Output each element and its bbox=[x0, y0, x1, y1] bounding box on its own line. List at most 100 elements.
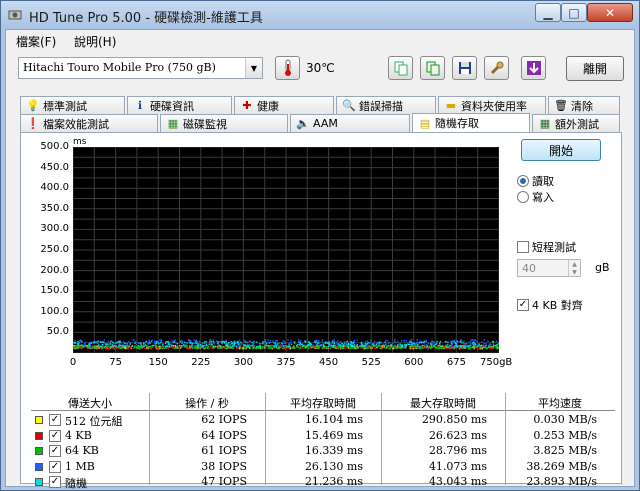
access-time-chart: ms 500.0 450.0 400.0 350.0 300.0 250.0 200.0 15… bbox=[33, 137, 512, 368]
data-point bbox=[468, 345, 470, 348]
row-checkbox[interactable]: ✓ bbox=[49, 414, 61, 426]
data-point bbox=[90, 342, 93, 344]
data-point bbox=[184, 346, 186, 348]
write-radio[interactable]: 寫入 bbox=[517, 189, 554, 205]
tab-disk-monitor[interactable]: ▦ 磁碟監視 bbox=[160, 114, 288, 132]
row-checkbox[interactable]: ✓ bbox=[49, 476, 61, 488]
data-point bbox=[483, 339, 485, 341]
data-point bbox=[101, 341, 104, 343]
title-bar[interactable]: HD Tune Pro 5.00 - 硬碟檢測-維護工具 ▁ □ ✕ bbox=[1, 1, 639, 29]
copy-info-button[interactable] bbox=[388, 56, 413, 80]
temperature-button[interactable] bbox=[275, 56, 300, 80]
drive-select[interactable]: Hitachi Touro Mobile Pro (750 gB) ▼ bbox=[18, 57, 263, 79]
menu-help[interactable]: 說明(H) bbox=[74, 33, 116, 50]
data-point bbox=[75, 342, 77, 344]
data-point bbox=[415, 345, 417, 348]
data-point bbox=[306, 346, 309, 349]
y-tick-label: 400.0 bbox=[40, 182, 69, 194]
column-header[interactable]: 傳送大小 bbox=[31, 393, 149, 411]
data-point bbox=[101, 343, 104, 346]
spin-down-icon[interactable]: ▼ bbox=[568, 268, 580, 276]
cell-ops: 61 IOPS bbox=[201, 444, 247, 457]
data-point bbox=[123, 342, 126, 345]
row-checkbox[interactable]: ✓ bbox=[49, 429, 61, 442]
data-point bbox=[161, 339, 163, 342]
data-point bbox=[480, 341, 483, 343]
data-point bbox=[488, 346, 490, 348]
options-button[interactable] bbox=[484, 56, 509, 80]
data-point bbox=[282, 347, 284, 350]
series-color-swatch bbox=[35, 478, 43, 486]
data-point bbox=[164, 345, 167, 348]
column-header[interactable]: 平均存取時間 bbox=[265, 393, 381, 411]
chevron-down-icon[interactable]: ▼ bbox=[245, 58, 262, 78]
row-checkbox[interactable]: ✓ bbox=[49, 445, 61, 457]
tab-erase[interactable]: 🗑 清除 bbox=[548, 96, 620, 114]
tab-folder-usage[interactable]: ▬ 資料夾使用率 bbox=[438, 96, 546, 114]
download-button[interactable] bbox=[521, 56, 546, 80]
data-point bbox=[188, 347, 190, 350]
column-header[interactable]: 最大存取時間 bbox=[381, 393, 505, 411]
maximize-button[interactable]: □ bbox=[561, 3, 587, 22]
tab-file-benchmark[interactable]: ❗ 檔案效能測試 bbox=[20, 114, 158, 132]
data-point bbox=[317, 346, 319, 349]
read-radio[interactable]: 讀取 bbox=[517, 173, 554, 189]
spin-up-icon[interactable]: ▲ bbox=[568, 260, 580, 268]
data-point bbox=[470, 344, 472, 346]
data-point bbox=[321, 339, 324, 341]
short-test-checkbox[interactable]: 短程測試 bbox=[517, 239, 576, 255]
data-point bbox=[140, 345, 142, 347]
close-button[interactable]: ✕ bbox=[587, 3, 633, 22]
data-point bbox=[349, 343, 352, 346]
data-point bbox=[78, 340, 81, 342]
tab-label: 隨機存取 bbox=[435, 117, 479, 130]
data-point bbox=[81, 346, 83, 348]
align-4kb-checkbox[interactable]: ✓ 4 KB 對齊 bbox=[517, 297, 583, 313]
data-point bbox=[410, 341, 413, 343]
data-point bbox=[461, 342, 463, 344]
data-point bbox=[469, 342, 472, 344]
data-point bbox=[131, 345, 133, 348]
data-point bbox=[81, 340, 83, 343]
short-test-size-input[interactable]: 40 ▲ ▼ bbox=[517, 259, 581, 277]
tab-health[interactable]: ✚ 健康 bbox=[234, 96, 334, 114]
chart-svg bbox=[72, 146, 501, 354]
data-point bbox=[267, 345, 270, 347]
data-point bbox=[324, 342, 326, 344]
data-point bbox=[289, 341, 292, 344]
exit-button[interactable]: 離開 bbox=[566, 56, 624, 81]
tab-error-scan[interactable]: 🔍 錯誤掃描 bbox=[336, 96, 436, 114]
trash-icon: 🗑 bbox=[554, 99, 568, 112]
tab-benchmark[interactable]: 💡 標準測試 bbox=[20, 96, 125, 114]
data-point bbox=[302, 347, 304, 350]
data-point bbox=[416, 347, 419, 350]
menu-file[interactable]: 檔案(F) bbox=[16, 33, 56, 50]
cell-max: 41.073 ms bbox=[428, 459, 487, 473]
cell-speed: 3.825 MB/s bbox=[533, 444, 597, 457]
data-point bbox=[239, 343, 241, 345]
tab-random-access[interactable]: ▤ 隨機存取 bbox=[412, 113, 530, 132]
data-point bbox=[434, 347, 437, 349]
data-point bbox=[304, 344, 306, 346]
data-point bbox=[446, 345, 448, 348]
data-point bbox=[385, 339, 387, 342]
tab-label: 額外測試 bbox=[555, 117, 599, 131]
data-point bbox=[157, 347, 159, 350]
start-button[interactable]: 開始 bbox=[521, 139, 601, 161]
row-checkbox[interactable]: ✓ bbox=[49, 460, 61, 473]
copy-screenshot-button[interactable] bbox=[420, 56, 445, 80]
data-point bbox=[198, 347, 201, 350]
tab-extra-tests[interactable]: ▦ 額外測試 bbox=[532, 114, 620, 132]
data-point bbox=[366, 344, 368, 346]
data-point bbox=[473, 344, 475, 346]
data-point bbox=[478, 347, 480, 350]
data-point bbox=[118, 341, 121, 344]
data-point bbox=[251, 341, 254, 344]
column-header[interactable]: 平均速度 bbox=[505, 393, 615, 411]
tab-aam[interactable]: 🔈 AAM bbox=[290, 114, 410, 132]
tab-info[interactable]: ℹ 硬碟資訊 bbox=[127, 96, 232, 114]
column-header[interactable]: 操作 / 秒 bbox=[149, 393, 265, 411]
save-button[interactable] bbox=[452, 56, 477, 80]
minimize-button[interactable]: ▁ bbox=[535, 3, 561, 22]
data-point bbox=[158, 342, 160, 345]
